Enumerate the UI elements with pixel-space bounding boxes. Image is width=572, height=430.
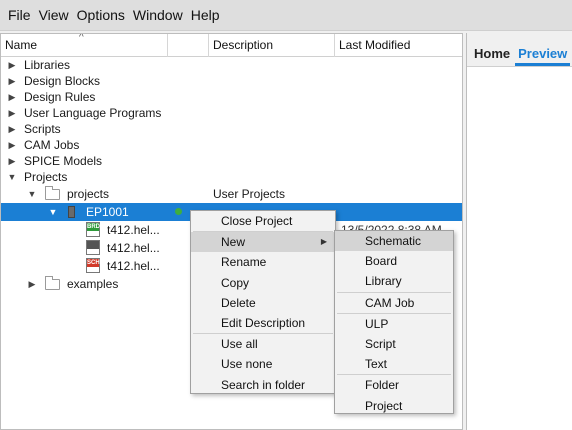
expand-arrow-icon[interactable]: ▶ [6, 105, 18, 121]
tree-label: projects [67, 187, 110, 201]
column-header-name[interactable]: Name [1, 34, 168, 57]
menu-item-ulp[interactable]: ULP [335, 314, 453, 334]
tree-label: Scripts [24, 122, 61, 136]
tab-home[interactable]: Home [471, 46, 513, 66]
active-project-dot-icon[interactable] [175, 208, 182, 215]
menu-item-new[interactable]: New ▶ [191, 232, 335, 253]
expand-arrow-icon[interactable]: ▶ [6, 153, 18, 169]
menu-view[interactable]: View [35, 0, 73, 31]
project-icon [68, 206, 75, 218]
expand-arrow-icon[interactable]: ▶ [6, 89, 18, 105]
expand-arrow-icon[interactable]: ▶ [6, 73, 18, 89]
collapse-arrow-icon[interactable]: ▼ [47, 203, 59, 219]
submenu-arrow-icon: ▶ [320, 237, 327, 247]
tree-label: Libraries [24, 58, 71, 72]
tree-row-ulp[interactable]: ▶ User Language Programs [1, 105, 462, 121]
expand-arrow-icon[interactable]: ▶ [6, 57, 18, 73]
menu-item-use-none[interactable]: Use none [191, 354, 335, 374]
folder-icon [45, 186, 60, 200]
menu-item-edit-description[interactable]: Edit Description [191, 313, 335, 333]
menu-options[interactable]: Options [73, 0, 129, 31]
menu-item-copy[interactable]: Copy [191, 273, 335, 293]
menu-item-cam-job[interactable]: CAM Job [335, 293, 453, 313]
collapse-arrow-icon[interactable]: ▼ [6, 169, 18, 185]
menu-item-use-all[interactable]: Use all [191, 334, 335, 354]
tree-label: Projects [24, 170, 68, 184]
column-header-last-modified[interactable]: Last Modified [335, 34, 462, 57]
menu-item-rename[interactable]: Rename [191, 252, 335, 272]
preview-tabs: Home Preview [467, 33, 572, 67]
tree-row-scripts[interactable]: ▶ Scripts [1, 121, 462, 137]
expand-arrow-icon[interactable]: ▶ [6, 137, 18, 153]
collapse-arrow-icon[interactable]: ▼ [26, 186, 38, 202]
sch-band: SCH [87, 259, 100, 267]
tree-label: User Language Programs [24, 106, 162, 120]
menubar: File View Options Window Help [0, 0, 572, 31]
tree-row-projects-folder[interactable]: ▼ projects User Projects [1, 186, 462, 202]
tab-preview[interactable]: Preview [515, 46, 571, 66]
tree-label: t412.hel... [107, 241, 160, 255]
menu-item-script[interactable]: Script [335, 334, 453, 354]
tree-label: Design Rules [24, 90, 96, 104]
new-submenu: Schematic Board Library CAM Job ULP Scri… [334, 230, 454, 414]
menu-item-delete[interactable]: Delete [191, 293, 335, 313]
folder-icon [45, 276, 60, 290]
board-file-icon: BRD [86, 222, 100, 237]
brd-band: BRD [87, 223, 100, 231]
menu-window[interactable]: Window [129, 0, 187, 31]
tree-row-libraries[interactable]: ▶ Libraries [1, 57, 462, 73]
expand-arrow-icon[interactable]: ▶ [6, 121, 18, 137]
menu-item-board[interactable]: Board [335, 251, 453, 271]
preview-panel: Home Preview [466, 33, 572, 430]
generic-file-icon [86, 240, 100, 255]
menu-item-library[interactable]: Library [335, 271, 453, 291]
tree-row-design-blocks[interactable]: ▶ Design Blocks [1, 73, 462, 89]
menu-item-new-label: New [221, 235, 246, 250]
tree-label: Design Blocks [24, 74, 101, 88]
tree-label: t412.hel... [107, 223, 160, 237]
tree-label: EP1001 [86, 205, 129, 219]
menu-item-search-in-folder[interactable]: Search in folder [191, 375, 335, 395]
tree-label: t412.hel... [107, 259, 160, 273]
menu-item-close-project[interactable]: Close Project [191, 211, 335, 231]
tree-label: CAM Jobs [24, 138, 80, 152]
tree-description: User Projects [213, 187, 286, 201]
schematic-file-icon: SCH [86, 258, 100, 273]
tree-label: examples [67, 277, 119, 291]
menu-item-project[interactable]: Project [335, 396, 453, 416]
tree-row-spice-models[interactable]: ▶ SPICE Models [1, 153, 462, 169]
menu-item-schematic[interactable]: Schematic [335, 231, 453, 252]
tree-label: SPICE Models [24, 154, 103, 168]
generic-band [87, 241, 99, 249]
tree-row-design-rules[interactable]: ▶ Design Rules [1, 89, 462, 105]
menu-item-text[interactable]: Text [335, 354, 453, 374]
menu-help[interactable]: Help [187, 0, 224, 31]
tree-row-cam-jobs[interactable]: ▶ CAM Jobs [1, 137, 462, 153]
column-header-description[interactable]: Description [209, 34, 335, 57]
context-menu: Close Project New ▶ Rename Copy Delete E… [190, 210, 336, 394]
menu-file[interactable]: File [4, 0, 35, 31]
tree-row-projects[interactable]: ▼ Projects [1, 169, 462, 185]
tree-header: ^ Name Description Last Modified [1, 34, 462, 57]
column-header-blank[interactable] [168, 34, 209, 57]
menu-item-folder[interactable]: Folder [335, 375, 453, 395]
expand-arrow-icon[interactable]: ▶ [26, 276, 38, 292]
